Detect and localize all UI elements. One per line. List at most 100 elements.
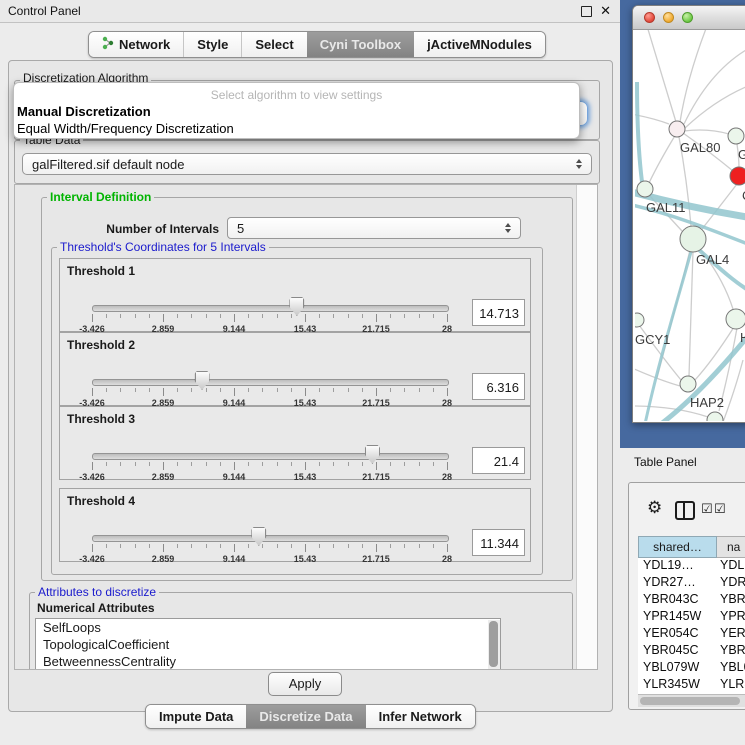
columns-icon[interactable] — [675, 501, 695, 520]
network-node[interactable] — [730, 167, 745, 185]
close-traffic-light-icon[interactable] — [644, 12, 655, 23]
threshold-panel: Threshold 1 -3.4262.8599.14415.4321.7152… — [59, 258, 531, 332]
tab-cyni-toolbox[interactable]: Cyni Toolbox — [307, 32, 414, 57]
menu-item-equal-width-discretization[interactable]: Equal Width/Frequency Discretization — [17, 121, 234, 136]
tab-jactivemnodules[interactable]: jActiveMNodules — [414, 32, 545, 57]
network-edge[interactable] — [649, 134, 676, 183]
slider-track[interactable] — [92, 379, 449, 386]
network-node[interactable] — [635, 313, 644, 327]
list-scrollbar[interactable] — [488, 620, 500, 670]
column-header-shared-name[interactable]: shared… — [638, 536, 717, 558]
slider-ticks — [92, 462, 448, 472]
tab-impute-data[interactable]: Impute Data — [146, 705, 246, 728]
table-row[interactable]: YER054CYER0 — [638, 626, 745, 643]
table-row[interactable]: YBL079WYBL0 — [638, 660, 745, 677]
threshold-value-field[interactable]: 11.344 — [472, 529, 525, 556]
table-cell[interactable]: YBR0 — [717, 592, 745, 609]
threshold-panel: Threshold 4 -3.4262.8599.14415.4321.7152… — [59, 488, 531, 562]
number-of-intervals-spinner[interactable]: 5 — [227, 217, 521, 239]
network-node[interactable] — [707, 412, 723, 421]
network-edge[interactable] — [647, 30, 676, 122]
table-cell[interactable]: YDL19… — [638, 558, 717, 575]
node-label: GA — [738, 147, 745, 162]
network-canvas[interactable]: GAL80GACGAL11GAL4GCY1HHAP2 — [635, 30, 745, 421]
table-cell[interactable]: YER054C — [638, 626, 717, 643]
attribute-item[interactable]: TopologicalCoefficient — [36, 636, 500, 653]
table-cell[interactable]: YBL079W — [638, 660, 717, 677]
settings-scroll-area: Interval Definition Number of Intervals … — [14, 184, 598, 670]
table-cell[interactable]: YBR0 — [717, 643, 745, 660]
network-node[interactable] — [680, 376, 696, 392]
checkbox-icon[interactable]: ☑ — [701, 501, 713, 517]
threshold-value-field[interactable]: 14.713 — [472, 299, 525, 326]
close-icon[interactable]: ✕ — [600, 3, 611, 19]
threshold-value-field[interactable]: 21.4 — [472, 447, 525, 474]
network-edge[interactable] — [723, 360, 743, 421]
table-cell[interactable]: YPR1 — [717, 609, 745, 626]
numerical-attributes-list[interactable]: SelfLoopsTopologicalCoefficientBetweenne… — [35, 618, 501, 670]
table-cell[interactable]: YDR2 — [717, 575, 745, 592]
table-cell[interactable]: YLR345W — [638, 677, 717, 694]
tab-infer-network[interactable]: Infer Network — [366, 705, 475, 728]
network-edge[interactable] — [684, 130, 729, 134]
tab-style[interactable]: Style — [183, 32, 241, 57]
table-horizontal-scrollbar[interactable] — [638, 694, 745, 707]
table-cell[interactable]: YPR145W — [638, 609, 717, 626]
attribute-item[interactable]: BetweennessCentrality — [36, 653, 500, 670]
network-node[interactable] — [680, 226, 706, 252]
interval-definition-label: Interval Definition — [47, 190, 154, 204]
tab-network[interactable]: Network — [89, 32, 183, 57]
table-cell[interactable]: YDL1 — [717, 558, 745, 575]
network-edge[interactable] — [684, 46, 745, 124]
table-cell[interactable]: YLR3 — [717, 677, 745, 694]
table-row[interactable]: YPR145WYPR1 — [638, 609, 745, 626]
tick-label: 2.859 — [152, 472, 175, 482]
table-row[interactable]: YBR043CYBR0 — [638, 592, 745, 609]
network-node[interactable] — [728, 128, 744, 144]
gear-icon[interactable]: ⚙ — [647, 498, 662, 518]
table-data-combobox[interactable]: galFiltered.sif default node — [22, 153, 592, 175]
table-row[interactable]: YDL19…YDL1 — [638, 558, 745, 575]
settings-vertical-scrollbar[interactable] — [576, 185, 598, 669]
tab-select[interactable]: Select — [241, 32, 306, 57]
minimize-traffic-light-icon[interactable] — [663, 12, 674, 23]
threshold-label: Threshold 1 — [67, 264, 135, 278]
network-node[interactable] — [726, 309, 745, 329]
slider-track[interactable] — [92, 535, 449, 542]
tab-label: Select — [255, 37, 293, 52]
column-header-name[interactable]: na — [717, 536, 745, 558]
table-cell[interactable]: YBR043C — [638, 592, 717, 609]
table-row[interactable]: YLR345WYLR3 — [638, 677, 745, 694]
apply-button[interactable]: Apply — [268, 672, 342, 696]
zoom-traffic-light-icon[interactable] — [682, 12, 693, 23]
network-edge[interactable] — [635, 114, 669, 124]
checkbox-icon[interactable]: ☑ — [714, 501, 726, 517]
network-node[interactable] — [669, 121, 685, 137]
number-of-intervals-label: Number of Intervals — [89, 222, 219, 236]
float-window-icon[interactable] — [581, 6, 592, 17]
tab-discretize-data[interactable]: Discretize Data — [246, 705, 365, 728]
table-cell[interactable]: YDR27… — [638, 575, 717, 592]
table-toolbar: ⚙ ☑ ☑ — [629, 483, 745, 535]
network-node[interactable] — [637, 181, 653, 197]
network-view-window[interactable]: GAL80GACGAL11GAL4GCY1HHAP2 — [632, 5, 745, 423]
attribute-item[interactable]: SelfLoops — [36, 619, 500, 636]
table-data-value: galFiltered.sif default node — [23, 157, 571, 172]
network-edge-highlight[interactable] — [637, 82, 644, 196]
table-row[interactable]: YBR045CYBR0 — [638, 643, 745, 660]
threshold-value-field[interactable]: 6.316 — [472, 373, 525, 400]
table-cell[interactable]: YBL0 — [717, 660, 745, 677]
slider-tick-labels: -3.4262.8599.14415.4321.71528 — [92, 554, 448, 565]
table-cell[interactable]: YBR045C — [638, 643, 717, 660]
network-window-titlebar[interactable] — [633, 6, 745, 30]
slider-tick-labels: -3.4262.8599.14415.4321.71528 — [92, 472, 448, 483]
slider-track[interactable] — [92, 305, 449, 312]
table-row[interactable]: YDR27…YDR2 — [638, 575, 745, 592]
scrollbar-thumb[interactable] — [640, 697, 740, 705]
tick-label: -3.426 — [79, 554, 105, 564]
menu-item-manual-discretization[interactable]: Manual Discretization — [17, 104, 151, 119]
network-edge[interactable] — [689, 251, 693, 376]
slider-track[interactable] — [92, 453, 449, 460]
network-edge[interactable] — [680, 30, 707, 122]
table-cell[interactable]: YER0 — [717, 626, 745, 643]
